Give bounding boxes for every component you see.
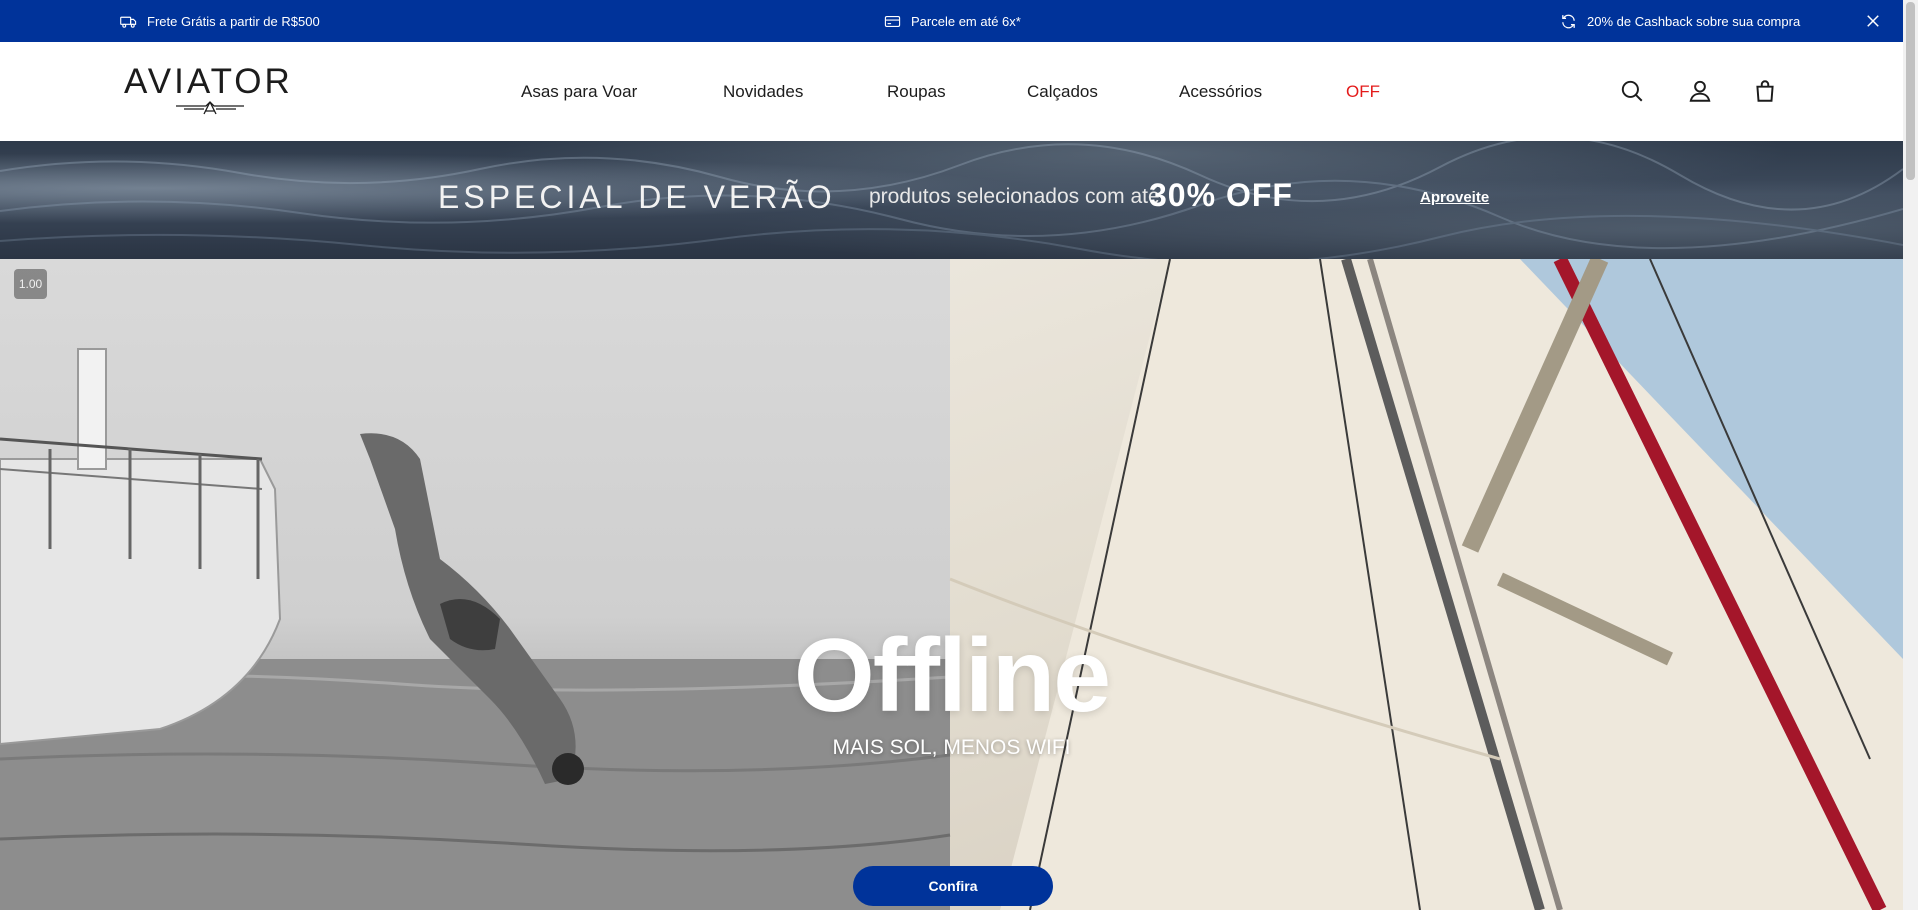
- announcement-text: 20% de Cashback sobre sua compra: [1587, 13, 1801, 29]
- nav-item-acessorios[interactable]: Acessórios: [1179, 82, 1262, 102]
- brand-logo[interactable]: AVIATOR: [124, 64, 296, 122]
- scrollbar-thumb[interactable]: [1906, 2, 1915, 180]
- announcement-free-shipping: Frete Grátis a partir de R$500: [120, 0, 320, 42]
- site-header: AVIATOR Asas para Voar Novidades Roupas …: [0, 42, 1903, 141]
- promo-title: ESPECIAL DE VERÃO: [438, 179, 836, 215]
- promo-discount: 30% OFF: [1149, 177, 1293, 213]
- search-icon[interactable]: [1619, 78, 1645, 104]
- summer-sale-banner[interactable]: ESPECIAL DE VERÃO produtos selecionados …: [0, 141, 1903, 259]
- hero-cta-button[interactable]: Confira: [853, 866, 1053, 906]
- promo-cta-link[interactable]: Aproveite: [1420, 189, 1489, 206]
- announcement-installments: Parcele em até 6x*: [884, 0, 1021, 42]
- refresh-icon: [1562, 14, 1575, 28]
- nav-item-asas-para-voar[interactable]: Asas para Voar: [521, 82, 637, 102]
- shopping-bag-icon[interactable]: [1752, 78, 1778, 104]
- hero-tagline: MAIS SOL, MENOS WIFI: [832, 736, 1071, 759]
- hero-illustration: [0, 259, 1903, 910]
- nav-item-calcados[interactable]: Calçados: [1027, 82, 1098, 102]
- wings-logo-icon: [176, 101, 244, 115]
- user-icon[interactable]: [1687, 78, 1713, 104]
- promo-subtitle: produtos selecionados com até: [869, 185, 1160, 208]
- nav-item-roupas[interactable]: Roupas: [887, 82, 946, 102]
- credit-card-icon: [884, 15, 901, 27]
- hero-headline: Offline: [793, 618, 1111, 734]
- announcement-text: Parcele em até 6x*: [911, 13, 1021, 29]
- nav-item-off[interactable]: OFF: [1346, 82, 1380, 102]
- page-scrollbar[interactable]: [1903, 0, 1918, 910]
- announcement-cashback: 20% de Cashback sobre sua compra: [1560, 0, 1800, 42]
- nav-item-novidades[interactable]: Novidades: [723, 82, 803, 102]
- logo-wordmark: AVIATOR: [124, 62, 293, 101]
- zoom-level-badge: 1.00: [14, 269, 47, 299]
- close-icon[interactable]: [1864, 12, 1882, 30]
- announcement-text: Frete Grátis a partir de R$500: [147, 13, 320, 29]
- announcement-bar: Frete Grátis a partir de R$500 Parcele e…: [0, 0, 1903, 42]
- truck-icon: [120, 16, 137, 28]
- hero-banner[interactable]: 1.00 Offline MAIS SOL, MENOS WIFI Confir…: [0, 259, 1903, 910]
